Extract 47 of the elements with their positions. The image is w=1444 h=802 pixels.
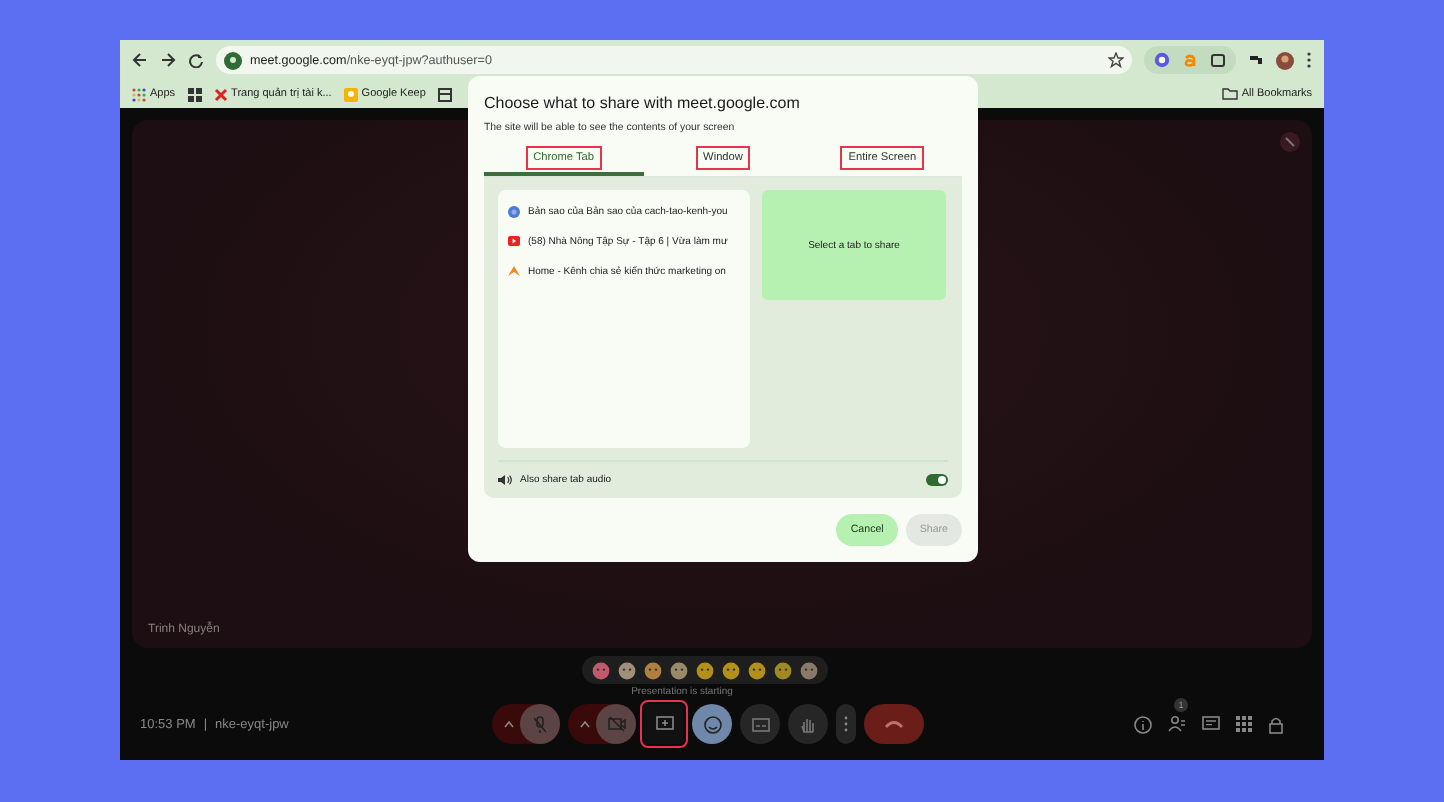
grid-icon[interactable] [187,87,202,101]
avatar-icon[interactable] [1276,51,1294,69]
back-icon[interactable] [132,52,148,68]
emoji-icon[interactable] [591,661,609,679]
end-call-button[interactable] [864,704,924,744]
emoji-icon[interactable] [721,661,739,679]
smiley-icon [703,715,721,733]
hang-up-icon [884,720,904,728]
emoji-icon[interactable] [799,661,817,679]
present-icon [655,716,673,732]
apps-icon[interactable] [1236,716,1252,732]
hand-icon [800,715,816,733]
emoji-icon[interactable] [669,661,687,679]
emoji-button[interactable] [692,704,732,744]
captions-button[interactable] [740,704,780,744]
audio-toggle[interactable] [926,474,948,486]
chat-icon[interactable] [1202,716,1220,732]
speaker-icon [498,474,512,486]
bookmark-icon[interactable] [437,87,452,101]
emoji-icon[interactable] [773,661,791,679]
star-icon[interactable] [1108,52,1124,68]
caret-icon[interactable] [580,720,590,728]
reload-icon[interactable] [188,52,204,68]
camera-off-icon [607,716,625,732]
emoji-icon[interactable] [695,661,713,679]
mic-off-icon [532,715,548,733]
emoji-icon[interactable] [747,661,765,679]
emoji-icon[interactable] [617,661,635,679]
extension-icon[interactable] [1154,52,1170,68]
emoji-icon[interactable] [643,661,661,679]
forward-icon[interactable] [160,52,176,68]
dialog-title: Choose what to share with meet.google.com [484,94,802,112]
arrow-icon [508,266,520,276]
menu-icon[interactable] [1306,52,1312,68]
caret-icon[interactable] [504,720,514,728]
captions-icon [751,717,769,731]
apps-icon[interactable] [132,87,146,101]
site-info-icon[interactable] [224,51,242,69]
cross-icon[interactable] [213,87,228,101]
present-button[interactable] [644,704,684,744]
lock-icon[interactable] [1268,715,1284,733]
play-icon [508,236,520,246]
info-icon[interactable] [1134,715,1152,733]
people-icon[interactable] [1168,716,1186,732]
globe-icon [508,205,520,217]
raise-hand-button[interactable] [788,704,828,744]
folder-icon [1221,88,1238,100]
